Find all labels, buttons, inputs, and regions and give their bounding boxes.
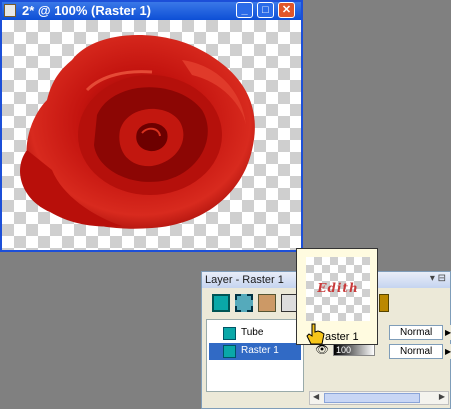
scroll-left-icon[interactable]: ◀	[313, 392, 319, 401]
scroll-right-icon[interactable]: ▶	[439, 392, 445, 401]
layer-name: Tube	[241, 327, 264, 338]
horizontal-scrollbar[interactable]: ◀ ▶	[309, 391, 449, 405]
thumbnail-layer-label: aster 1	[325, 331, 359, 343]
image-window-titlebar[interactable]: 2* @ 100% (Raster 1) _ □ ✕	[2, 2, 301, 20]
maximize-button[interactable]: □	[257, 2, 274, 18]
layer-row-raster-1[interactable]: Raster 1	[209, 343, 301, 360]
close-button[interactable]: ✕	[278, 2, 295, 18]
layer-thumbnail: Edith	[306, 257, 370, 321]
layer-list: Tube Raster 1	[206, 319, 304, 392]
rose-center	[136, 123, 168, 152]
new-mask-layer-icon[interactable]	[258, 294, 276, 312]
layer-name: Raster 1	[241, 345, 279, 356]
raster-layer-icon	[223, 327, 236, 340]
palette-options-icon[interactable]: ▾ ⊟	[430, 273, 446, 284]
new-raster-layer-icon[interactable]	[212, 294, 230, 312]
scroll-right-icon[interactable]: ▶	[445, 325, 451, 340]
scroll-right-icon[interactable]: ▶	[445, 344, 451, 359]
blend-mode-select-raster-1[interactable]: Normal	[389, 344, 443, 359]
image-window: 2* @ 100% (Raster 1) _ □ ✕	[0, 0, 303, 252]
rose-image	[20, 35, 255, 229]
app-icon[interactable]	[4, 4, 16, 17]
blend-mode-select-tube[interactable]: Normal	[389, 325, 443, 340]
minimize-button[interactable]: _	[236, 2, 253, 18]
new-vector-layer-icon[interactable]	[235, 294, 253, 312]
hand-cursor-icon	[306, 323, 325, 345]
image-window-title: 2* @ 100% (Raster 1)	[22, 3, 152, 18]
opacity-slider[interactable]: 100	[333, 344, 375, 356]
image-canvas[interactable]	[2, 20, 301, 250]
delete-layer-icon[interactable]	[379, 294, 389, 312]
layer-palette-title: Layer - Raster 1	[205, 274, 284, 286]
layer-row-tube[interactable]: Tube	[209, 325, 301, 342]
scroll-thumb[interactable]	[324, 393, 420, 403]
raster-layer-icon	[223, 345, 236, 358]
thumbnail-text: Edith	[317, 281, 359, 295]
